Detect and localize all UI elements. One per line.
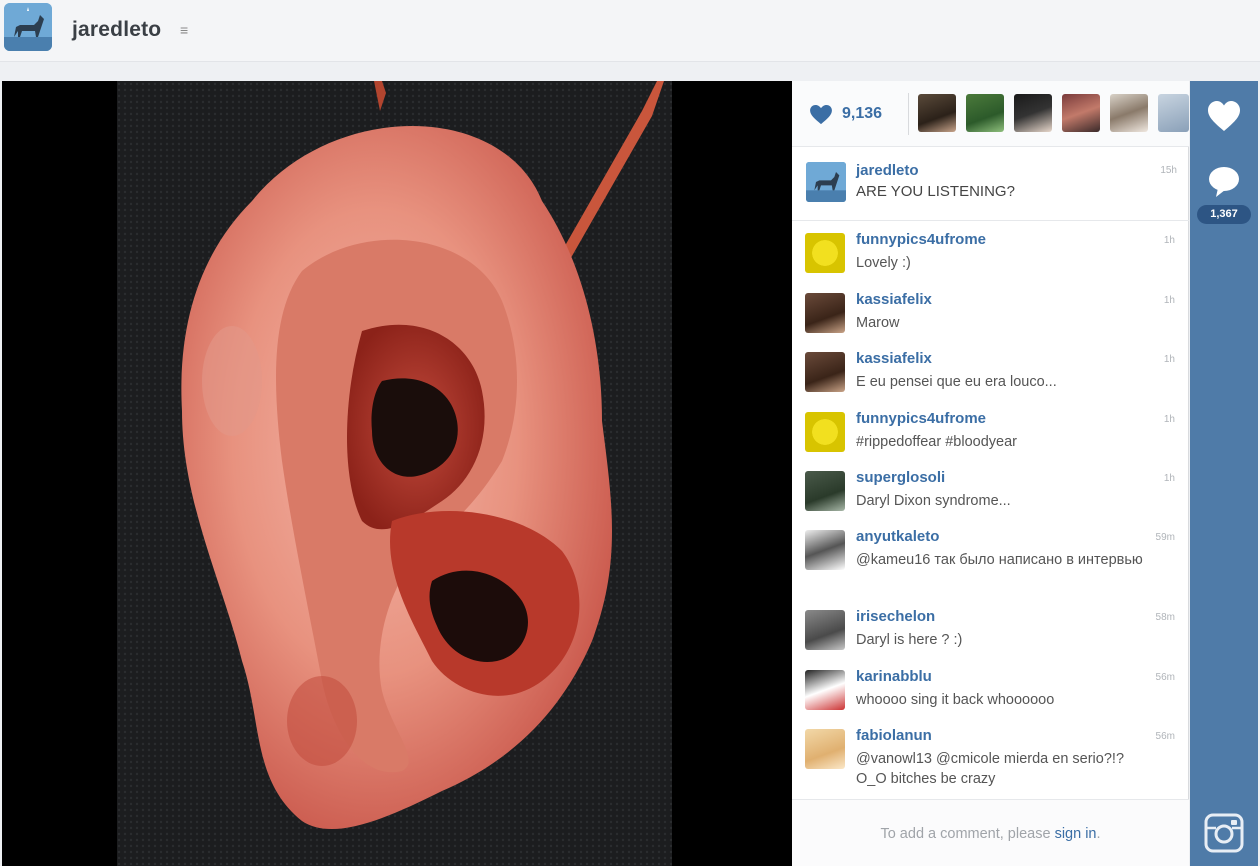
comment-text: @kameu16 так было написано в интервью (856, 552, 1143, 568)
unicorn-avatar-icon (806, 162, 846, 202)
liker-avatar[interactable] (966, 94, 1004, 132)
avatar[interactable] (805, 412, 845, 452)
comment-text: E eu pensei que eu era louco... (856, 374, 1057, 390)
avatar[interactable] (805, 471, 845, 511)
comment-text: whoooo sing it back whoooooo (856, 692, 1055, 708)
comment-timestamp: 58m (1155, 612, 1175, 623)
avatar[interactable] (806, 162, 846, 202)
comment-username[interactable]: anyutkaleto (856, 528, 939, 545)
likes-bar: 9,136 (792, 81, 1189, 147)
comment-text: Lovely :) (856, 255, 911, 271)
likes-count[interactable]: 9,136 (842, 105, 882, 123)
comment-text: #rippedoffear #bloodyear (856, 434, 1017, 450)
comment-text: @vanowl13 @cmicole mierda en serio?!? O_… (856, 751, 1125, 787)
comment-username[interactable]: kassiafelix (856, 291, 932, 308)
speech-bubble-icon[interactable] (1198, 161, 1250, 201)
comment-text: Daryl is here ? :) (856, 632, 963, 648)
add-comment-prompt: To add a comment, please sign in. (792, 799, 1189, 866)
avatar[interactable] (805, 610, 845, 650)
comment-username[interactable]: funnypics4ufrome (856, 410, 986, 427)
comment-count-badge: 1,367 (1197, 205, 1251, 224)
header-username[interactable]: jaredleto (72, 18, 161, 42)
avatar[interactable] (805, 670, 845, 710)
comment-timestamp: 56m (1155, 672, 1175, 683)
post-caption: jaredleto ARE YOU LISTENING? 15h (792, 147, 1189, 221)
liker-avatar[interactable] (1110, 94, 1148, 132)
comment-timestamp: 1h (1163, 473, 1175, 484)
bloody-ear-photo (2, 81, 792, 866)
instagram-logo-icon[interactable] (1202, 811, 1246, 855)
comment-timestamp: 59m (1155, 532, 1175, 543)
comment-timestamp: 1h (1163, 235, 1175, 246)
comment-username[interactable]: irisechelon (856, 608, 935, 625)
add-comment-text: To add a comment, please (880, 826, 1055, 842)
comment-username[interactable]: kassiafelix (856, 350, 932, 367)
avatar[interactable] (805, 352, 845, 392)
add-comment-suffix: . (1096, 826, 1101, 842)
avatar[interactable] (805, 530, 845, 570)
comment-timestamp: 1h (1163, 354, 1175, 365)
post-details-panel: 9,136 jaredleto ARE YOU LISTENING? 15h f… (792, 81, 1189, 866)
liker-avatar[interactable] (1014, 94, 1052, 132)
likes-divider (908, 93, 909, 135)
avatar[interactable] (805, 293, 845, 333)
profile-header: jaredleto ≡ (0, 0, 1260, 62)
comment-timestamp: 1h (1163, 295, 1175, 306)
heart-icon[interactable] (810, 105, 832, 125)
avatar[interactable] (805, 233, 845, 273)
liker-avatar[interactable] (918, 94, 956, 132)
comment-username[interactable]: karinabblu (856, 668, 932, 685)
comment-username[interactable]: superglosoli (856, 469, 945, 486)
post-photo[interactable] (2, 81, 792, 866)
sign-in-link[interactable]: sign in (1055, 826, 1097, 842)
liker-avatar[interactable] (1158, 94, 1189, 132)
comment-text: Marow (856, 315, 900, 331)
avatar[interactable] (805, 729, 845, 769)
heart-icon[interactable] (1198, 89, 1250, 141)
comment-text: Daryl Dixon syndrome... (856, 493, 1011, 509)
header-avatar[interactable] (4, 3, 52, 51)
action-rail: 1,367 (1190, 81, 1258, 866)
liker-avatar[interactable] (1062, 94, 1100, 132)
caption-timestamp: 15h (1160, 165, 1177, 176)
menu-icon[interactable]: ≡ (180, 22, 188, 38)
comment-timestamp: 56m (1155, 731, 1175, 742)
unicorn-avatar-icon (4, 3, 52, 51)
caption-text: ARE YOU LISTENING? (856, 183, 1015, 200)
comment-username[interactable]: funnypics4ufrome (856, 231, 986, 248)
comment-timestamp: 1h (1163, 414, 1175, 425)
caption-username[interactable]: jaredleto (856, 162, 919, 179)
comment-username[interactable]: fabiolanun (856, 727, 932, 744)
